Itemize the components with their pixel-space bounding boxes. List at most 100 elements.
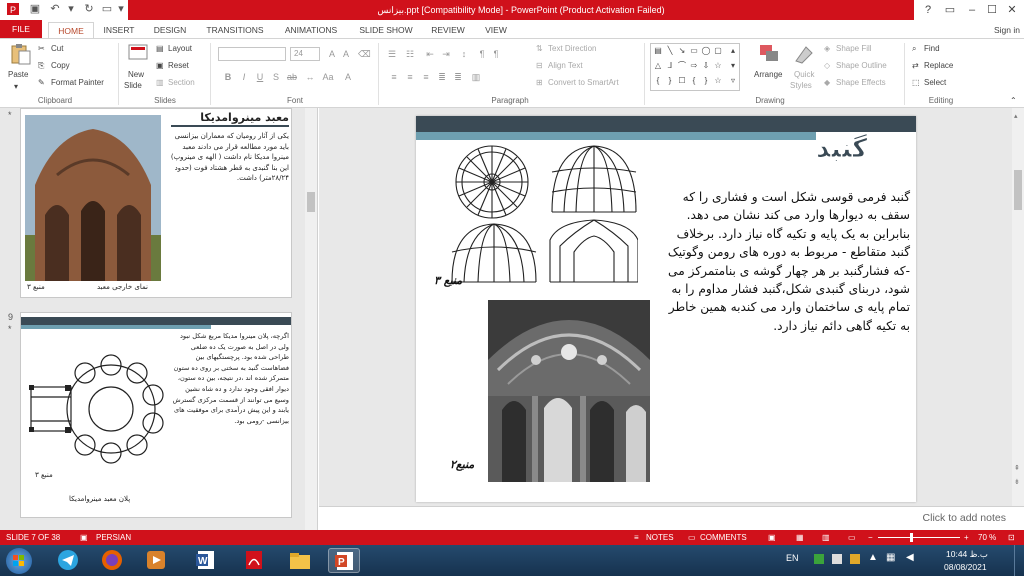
tray-icon-2[interactable] [832,554,842,564]
copy-button[interactable]: Copy [51,60,70,72]
zoom-slider[interactable] [878,537,960,538]
shape-fill-icon[interactable]: ◈ [824,43,830,55]
change-case-icon[interactable]: Aa [322,71,334,83]
text-direction-icon[interactable]: ⇅ [536,43,543,55]
powerpoint-taskbar-icon[interactable]: P [328,548,360,573]
minimize-button[interactable]: – [962,2,982,18]
elbow-shape-icon[interactable]: ⅃ [665,61,675,70]
tab-transitions[interactable]: TRANSITIONS [200,22,270,38]
rounded-rect-shape-icon[interactable]: ▢ [713,46,723,55]
rtl-icon[interactable]: ¶ [490,48,502,60]
slideshow-view-icon[interactable]: ▭ [848,530,856,545]
shadow-icon[interactable]: S [270,71,282,83]
increase-indent-icon[interactable]: ⇥ [440,48,452,60]
input-language[interactable]: EN [786,553,799,563]
zoom-slider-thumb[interactable] [910,533,913,542]
brace-right-shape-icon[interactable]: } [665,76,675,85]
telegram-icon[interactable] [52,548,84,573]
undo-icon[interactable]: ↶ [48,2,62,16]
textbox-shape-icon[interactable]: ▤ [653,46,663,55]
language-label[interactable]: PERSIAN [96,530,131,545]
zoom-out-icon[interactable]: − [868,530,873,545]
columns-icon[interactable]: ▥ [470,71,482,83]
clear-format-icon[interactable]: ⌫ [358,48,371,60]
shapes-gallery[interactable]: ▤ ╲ ↘ ▭ ◯ ▢ △ ⅃ ⌒ ⇨ ⇩ ☆ { } ☐ { } ☆ ▴ ▾ … [650,43,740,91]
find-icon[interactable]: ⌕ [912,43,916,55]
media-player-icon[interactable] [140,548,172,573]
section-button[interactable]: Section [168,77,195,89]
firefox-icon[interactable] [96,548,128,573]
format-painter-icon[interactable]: ✎ [38,77,45,89]
shape-effects-button[interactable]: Shape Effects [836,77,886,89]
triangle-shape-icon[interactable]: △ [653,61,663,70]
bullets-icon[interactable]: ☰ [386,48,398,60]
brace-shape-icon-2[interactable]: } [701,76,711,85]
help-button[interactable]: ? [918,2,938,18]
shape-effects-icon[interactable]: ◆ [824,77,830,89]
tray-network-icon[interactable]: ▦ [886,552,895,563]
align-left-icon[interactable]: ≡ [388,71,400,83]
curve-shape-icon[interactable]: ⌒ [677,61,687,70]
tab-file[interactable]: FILE [0,20,42,38]
layout-button[interactable]: Layout [168,43,192,55]
shape-outline-button[interactable]: Shape Outline [836,60,887,72]
thumbnail-scrollbar[interactable] [305,108,317,530]
acrobat-icon[interactable] [238,548,270,573]
font-color-icon[interactable]: A [342,71,354,83]
paste-button[interactable]: Paste [8,69,28,81]
select-icon[interactable]: ⬚ [912,77,920,89]
ribbon-display-button[interactable]: ▭ [940,2,960,18]
tab-insert[interactable]: INSERT [98,22,140,38]
align-center-icon[interactable]: ≡ [404,71,416,83]
smartart-icon[interactable]: ⊞ [536,77,543,89]
align-text-button[interactable]: Align Text [548,60,583,72]
zoom-in-icon[interactable]: + [964,530,969,545]
paste-icon[interactable] [8,43,32,65]
shape-outline-icon[interactable]: ◇ [824,60,830,72]
slide-canvas[interactable]: گنبد منبع ۳ منبع۲ گنبد فرمی قوسی شکل است… [416,116,916,502]
prev-slide-icon[interactable]: ⇞ [1014,464,1022,474]
reading-view-icon[interactable]: ▥ [822,530,830,545]
slide-scrollbar[interactable]: ▴ ⇞ ⇟ [1012,108,1024,506]
present-icon[interactable]: ▭ [100,2,114,16]
scroll-up-icon[interactable]: ▴ [1014,112,1022,122]
collapse-ribbon-icon[interactable]: ⌃ [1010,95,1017,107]
right-arrow-shape-icon[interactable]: ⇨ [689,61,699,70]
brace-shape-icon[interactable]: { [689,76,699,85]
callout-shape-icon[interactable]: ☐ [677,76,687,85]
customize-qat-icon[interactable]: ▾ [114,2,128,16]
cut-button[interactable]: Cut [51,43,63,55]
find-button[interactable]: Find [924,43,940,55]
strikethrough-icon[interactable]: ab [286,71,298,83]
reset-icon[interactable]: ▣ [156,60,164,72]
comments-button[interactable]: COMMENTS [700,530,747,545]
notes-icon[interactable]: ≡ [634,530,639,545]
tray-icon-3[interactable] [850,554,860,564]
file-explorer-icon[interactable] [284,548,316,573]
gallery-up-icon[interactable]: ▴ [728,46,738,55]
slide-scroll-thumb[interactable] [1014,170,1022,210]
tab-home[interactable]: HOME [48,22,94,38]
star-shape-icon-2[interactable]: ☆ [713,76,723,85]
shape-fill-button[interactable]: Shape Fill [836,43,872,55]
char-spacing-icon[interactable]: ↔ [304,71,316,83]
tab-animations[interactable]: ANIMATIONS [278,22,344,38]
decrease-indent-icon[interactable]: ⇤ [424,48,436,60]
paste-dropdown-icon[interactable]: ▾ [14,81,18,93]
next-slide-icon[interactable]: ⇟ [1014,478,1022,488]
notes-button[interactable]: NOTES [646,530,674,545]
font-size-combo[interactable]: 24 [290,47,320,61]
underline-icon[interactable]: U [254,71,266,83]
slide-thumbnail-8[interactable]: معبد مینروامدیکا یکی از آثار رومیان که م… [20,108,292,298]
notes-pane[interactable]: Click to add notes [319,506,1024,530]
star-shape-icon[interactable]: ☆ [713,61,723,70]
close-button[interactable]: ✕ [1002,2,1022,18]
new-slide-label-2[interactable]: Slide [124,80,142,92]
cut-icon[interactable]: ✂ [38,43,45,55]
align-text-icon[interactable]: ⊟ [536,60,543,72]
copy-icon[interactable]: ⎘ [38,60,44,72]
sign-in-link[interactable]: Sign in [990,22,1024,38]
language-icon[interactable]: ▣ [80,530,88,545]
distributed-icon[interactable]: ≣ [452,71,464,83]
word-icon[interactable]: W [190,548,222,573]
